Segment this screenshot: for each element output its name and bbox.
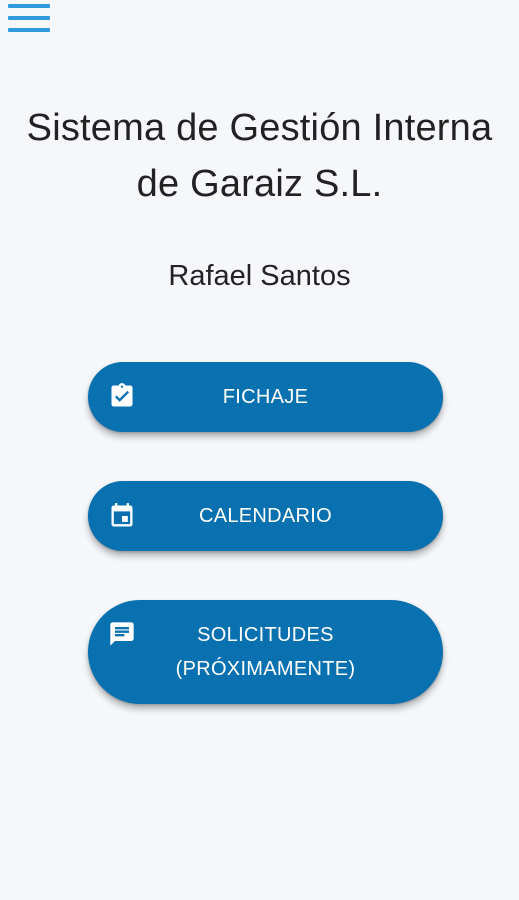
user-name: Rafael Santos <box>168 260 351 292</box>
menu-button[interactable] <box>6 2 52 36</box>
solicitudes-label-line-2: (PRÓXIMAMENTE) <box>175 658 356 680</box>
title-line-2: de Garaiz S.L. <box>136 163 383 205</box>
calendario-button[interactable]: CALENDARIO <box>88 481 443 551</box>
solicitudes-label: SOLICITUDES (PRÓXIMAMENTE) <box>88 600 443 704</box>
solicitudes-button[interactable]: SOLICITUDES (PRÓXIMAMENTE) <box>88 600 443 704</box>
fichaje-label: FICHAJE <box>222 386 309 408</box>
title-line-1: Sistema de Gestión Interna <box>26 107 493 149</box>
home-screen: Sistema de Gestión Interna de Garaiz S.L… <box>0 0 519 900</box>
fichaje-button[interactable]: FICHAJE <box>88 362 443 432</box>
page-title: Sistema de Gestión Interna de Garaiz S.L… <box>0 100 519 212</box>
calendario-label: CALENDARIO <box>198 505 333 527</box>
solicitudes-label-line-1: SOLICITUDES <box>197 624 334 646</box>
